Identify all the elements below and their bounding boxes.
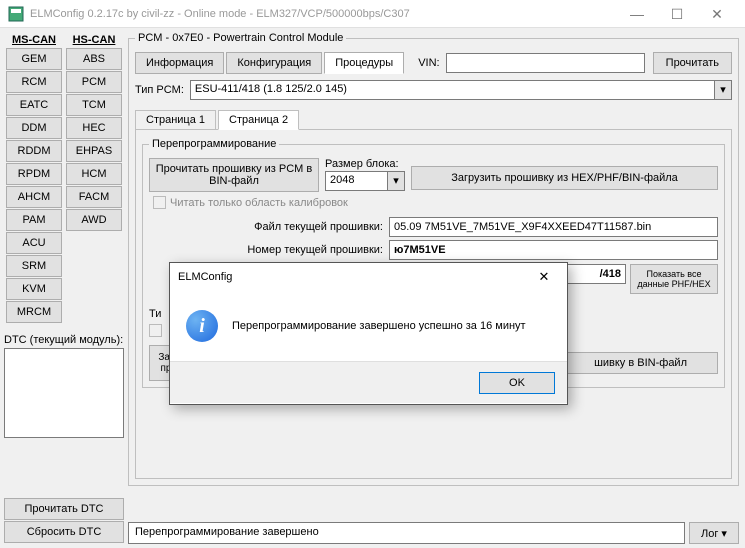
- module-button-tcm[interactable]: TCM: [66, 94, 122, 116]
- chevron-down-icon: ▾: [387, 172, 404, 190]
- dialog-close-button[interactable]: ✕: [529, 269, 559, 285]
- pcm-type-label: Тип PCM:: [135, 84, 184, 96]
- maximize-button[interactable]: ☐: [657, 0, 697, 28]
- module-button-ahcm[interactable]: AHCM: [6, 186, 62, 208]
- vin-input[interactable]: [446, 53, 645, 73]
- module-button-rpdm[interactable]: RPDM: [6, 163, 62, 185]
- close-button[interactable]: ✕: [697, 0, 737, 28]
- pcm-type-value: ESU-411/418 (1.8 125/2.0 145): [195, 83, 347, 95]
- module-button-acu[interactable]: ACU: [6, 232, 62, 254]
- hs-can-label: HS-CAN: [64, 32, 124, 48]
- dtc-listbox[interactable]: [4, 348, 124, 438]
- module-button-mrcm[interactable]: MRCM: [6, 301, 62, 323]
- message-dialog: ELMConfig ✕ i Перепрограммирование завер…: [169, 262, 568, 405]
- read-dtc-button[interactable]: Прочитать DTC: [4, 498, 124, 520]
- module-button-hcm[interactable]: HCM: [66, 163, 122, 185]
- tab-procedures[interactable]: Процедуры: [324, 52, 404, 74]
- tab-config[interactable]: Конфигурация: [226, 52, 322, 74]
- module-button-gem[interactable]: GEM: [6, 48, 62, 70]
- ms-can-label: MS-CAN: [4, 32, 64, 48]
- module-button-eatc[interactable]: EATC: [6, 94, 62, 116]
- block-size-label: Размер блока:: [325, 158, 405, 170]
- dtc-label: DTC (текущий модуль):: [4, 334, 124, 346]
- module-button-hec[interactable]: HEC: [66, 117, 122, 139]
- module-button-rddm[interactable]: RDDM: [6, 140, 62, 162]
- window-title: ELMConfig 0.2.17c by civil-zz - Online m…: [30, 8, 617, 20]
- read-firmware-button[interactable]: Прочитать прошивку из PCM в BIN-файл: [149, 158, 319, 192]
- block-size-value: 2048: [330, 174, 354, 186]
- tab-info[interactable]: Информация: [135, 52, 224, 74]
- status-text: Перепрограммирование завершено: [128, 522, 685, 544]
- module-button-kvm[interactable]: KVM: [6, 278, 62, 300]
- pcm-fieldset: PCM - 0x7E0 - Powertrain Control Module …: [128, 32, 739, 486]
- calib-only-checkbox[interactable]: [153, 196, 166, 209]
- module-button-ddm[interactable]: DDM: [6, 117, 62, 139]
- module-button-ehpas[interactable]: EHPAS: [66, 140, 122, 162]
- info-icon: i: [186, 310, 218, 342]
- reprogram-legend: Перепрограммирование: [149, 138, 279, 150]
- current-fw-number-field[interactable]: ю7M51VE: [389, 240, 718, 260]
- window-titlebar: ELMConfig 0.2.17c by civil-zz - Online m…: [0, 0, 745, 28]
- read-button[interactable]: Прочитать: [653, 52, 732, 74]
- module-button-pcm[interactable]: PCM: [66, 71, 122, 93]
- module-button-pam[interactable]: PAM: [6, 209, 62, 231]
- module-button-awd[interactable]: AWD: [66, 209, 122, 231]
- log-button[interactable]: Лог ▾: [689, 522, 739, 544]
- dialog-title: ELMConfig: [178, 271, 529, 283]
- dialog-message: Перепрограммирование завершено успешно з…: [232, 320, 526, 332]
- type-label-partial: Ти: [149, 308, 161, 320]
- module-button-srm[interactable]: SRM: [6, 255, 62, 277]
- load-firmware-button[interactable]: Загрузить прошивку из HEX/PHF/BIN-файла: [411, 166, 718, 190]
- show-all-phf-hex-button[interactable]: Показать все данные PHF/HEX: [630, 264, 718, 294]
- minimize-button[interactable]: —: [617, 0, 657, 28]
- app-icon: [8, 6, 24, 22]
- current-fw-number-label: Номер текущей прошивки:: [149, 244, 389, 256]
- module-button-facm[interactable]: FACM: [66, 186, 122, 208]
- module-button-abs[interactable]: ABS: [66, 48, 122, 70]
- vin-label: VIN:: [418, 57, 439, 69]
- calib-only-label: Читать только область калибровок: [170, 197, 348, 209]
- page-tab-1[interactable]: Страница 1: [135, 110, 216, 130]
- reset-dtc-button[interactable]: Сбросить DTC: [4, 521, 124, 543]
- current-fw-file-label: Файл текущей прошивки:: [149, 221, 389, 233]
- module-button-rcm[interactable]: RCM: [6, 71, 62, 93]
- module-sidebar: MS-CAN HS-CAN GEMRCMEATCDDMRDDMRPDMAHCMP…: [0, 28, 128, 548]
- current-fw-file-field[interactable]: 05.09 7M51VE_7M51VE_X9F4XXEED47T11587.bi…: [389, 217, 718, 237]
- checkbox-partial[interactable]: [149, 324, 162, 337]
- pcm-type-select[interactable]: ESU-411/418 (1.8 125/2.0 145) ▾: [190, 80, 732, 100]
- save-bin-button[interactable]: шивку в BIN-файл: [563, 352, 718, 374]
- block-size-select[interactable]: 2048 ▾: [325, 171, 405, 191]
- ok-button[interactable]: OK: [479, 372, 555, 394]
- pcm-legend: PCM - 0x7E0 - Powertrain Control Module: [135, 32, 346, 44]
- chevron-down-icon: ▾: [714, 81, 731, 99]
- page-tab-2[interactable]: Страница 2: [218, 110, 299, 130]
